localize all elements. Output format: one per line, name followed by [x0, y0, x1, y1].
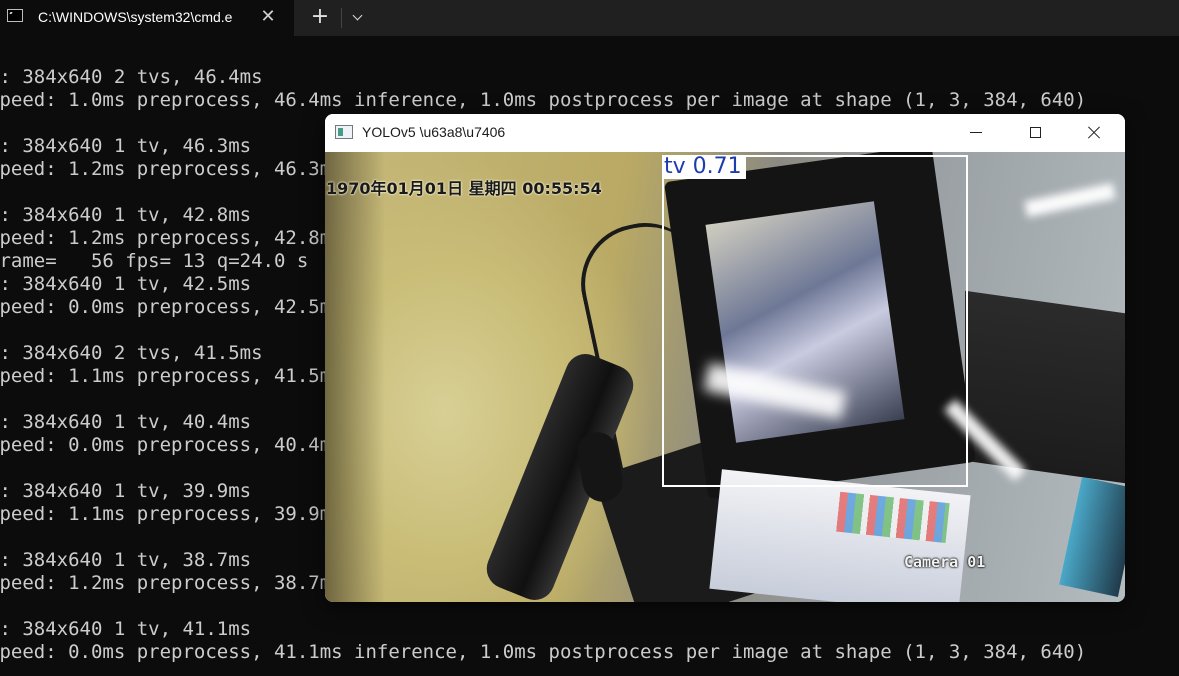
terminal-tab-bar: C:\WINDOWS\system32\cmd.e ✕ + [0, 0, 1179, 36]
chevron-down-icon[interactable] [346, 6, 370, 30]
tab-divider [341, 8, 342, 28]
timestamp-overlay: 1970年01月01日 星期四 00:55:54 [326, 179, 602, 198]
new-tab-button[interactable]: + [307, 4, 333, 30]
tab-cmd[interactable]: C:\WINDOWS\system32\cmd.e ✕ [0, 0, 294, 36]
detection-box [662, 155, 968, 487]
minimize-button[interactable] [947, 114, 1005, 152]
scene-screen [1059, 476, 1125, 598]
camera-frame: tv 0.71 1970年01月01日 星期四 00:55:54 Camera … [325, 152, 1125, 602]
window-title: YOLOv5 \u63a8\u7406 [362, 124, 506, 140]
scene-laptop [709, 469, 971, 602]
yolov5-window: YOLOv5 \u63a8\u7406 tv 0.71 1970年01月01日 … [325, 114, 1125, 602]
window-titlebar[interactable]: YOLOv5 \u63a8\u7406 [325, 114, 1125, 152]
terminal-icon [7, 9, 23, 22]
tab-title: C:\WINDOWS\system32\cmd.e [38, 9, 233, 25]
scene-light-glare [1024, 182, 1116, 218]
maximize-button[interactable] [1006, 114, 1064, 152]
frame-vignette [325, 152, 385, 602]
terminal-line: Speed: 0.0ms preprocess, 41.1ms inferenc… [0, 641, 1087, 663]
close-button[interactable] [1065, 114, 1123, 152]
app-icon [335, 125, 353, 139]
terminal-line: Speed: 1.0ms preprocess, 46.4ms inferenc… [0, 89, 1087, 111]
close-tab-icon[interactable]: ✕ [258, 6, 278, 28]
terminal-line: 0: 384x640 2 tvs, 46.4ms [0, 66, 263, 88]
camera-name-overlay: Camera 01 [904, 553, 986, 571]
terminal-line: 0: 384x640 1 tv, 41.1ms [0, 618, 252, 640]
detection-label: tv 0.71 [662, 155, 746, 179]
